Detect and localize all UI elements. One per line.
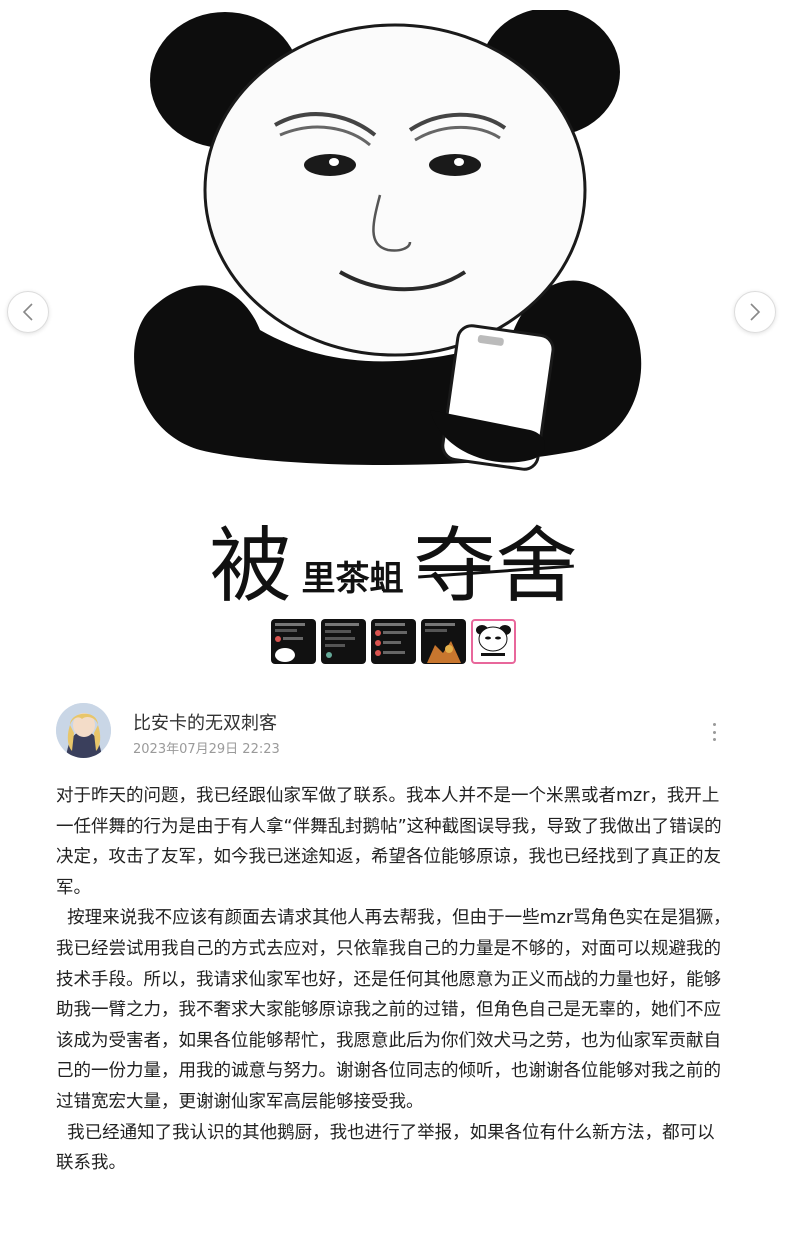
thumbnail-strip (0, 619, 787, 664)
post-paragraph-2: 按理来说我不应该有颜面去请求其他人再去帮我，但由于一些mzr骂角色实在是猖獗，我… (56, 908, 731, 1112)
thumbnail-2[interactable] (321, 619, 366, 664)
thumbnail-4[interactable] (421, 619, 466, 664)
thumbnail-1[interactable] (271, 619, 316, 664)
carousel-prev-button[interactable] (7, 291, 49, 333)
post-paragraph-1: 对于昨天的问题，我已经跟仙家军做了联系。我本人并不是一个米黑或者mzr，我开上一… (56, 786, 722, 898)
caption-part-1: 被 (209, 519, 292, 614)
author-name[interactable]: 比安卡的无双刺客 (133, 709, 277, 735)
image-carousel[interactable]: 被 里茶蛆 夺舍 (0, 0, 787, 610)
author-header: 比安卡的无双刺客 2023年07月29日 22:23 (56, 703, 736, 761)
post-content: 对于昨天的问题，我已经跟仙家军做了联系。我本人并不是一个米黑或者mzr，我开上一… (56, 781, 732, 1179)
meme-caption: 被 里茶蛆 夺舍 (0, 498, 787, 608)
thumbnail-3[interactable] (371, 619, 416, 664)
post-paragraph-3: 我已经通知了我认识的其他鹅厨，我也进行了举报，如果各位有什么新方法，都可以联系我… (56, 1122, 715, 1174)
caption-part-3: 夺舍 (413, 519, 578, 614)
thumbnail-5[interactable] (471, 619, 516, 664)
carousel-next-button[interactable] (734, 291, 776, 333)
more-options-button[interactable] (704, 721, 724, 743)
avatar[interactable] (56, 703, 111, 758)
panda-meme-image (134, 10, 642, 471)
chevron-left-icon (22, 303, 33, 321)
caption-part-2: 里茶蛆 (301, 559, 404, 599)
more-vertical-icon (712, 723, 716, 726)
chevron-right-icon (750, 303, 761, 321)
post-timestamp: 2023年07月29日 22:23 (133, 742, 280, 757)
